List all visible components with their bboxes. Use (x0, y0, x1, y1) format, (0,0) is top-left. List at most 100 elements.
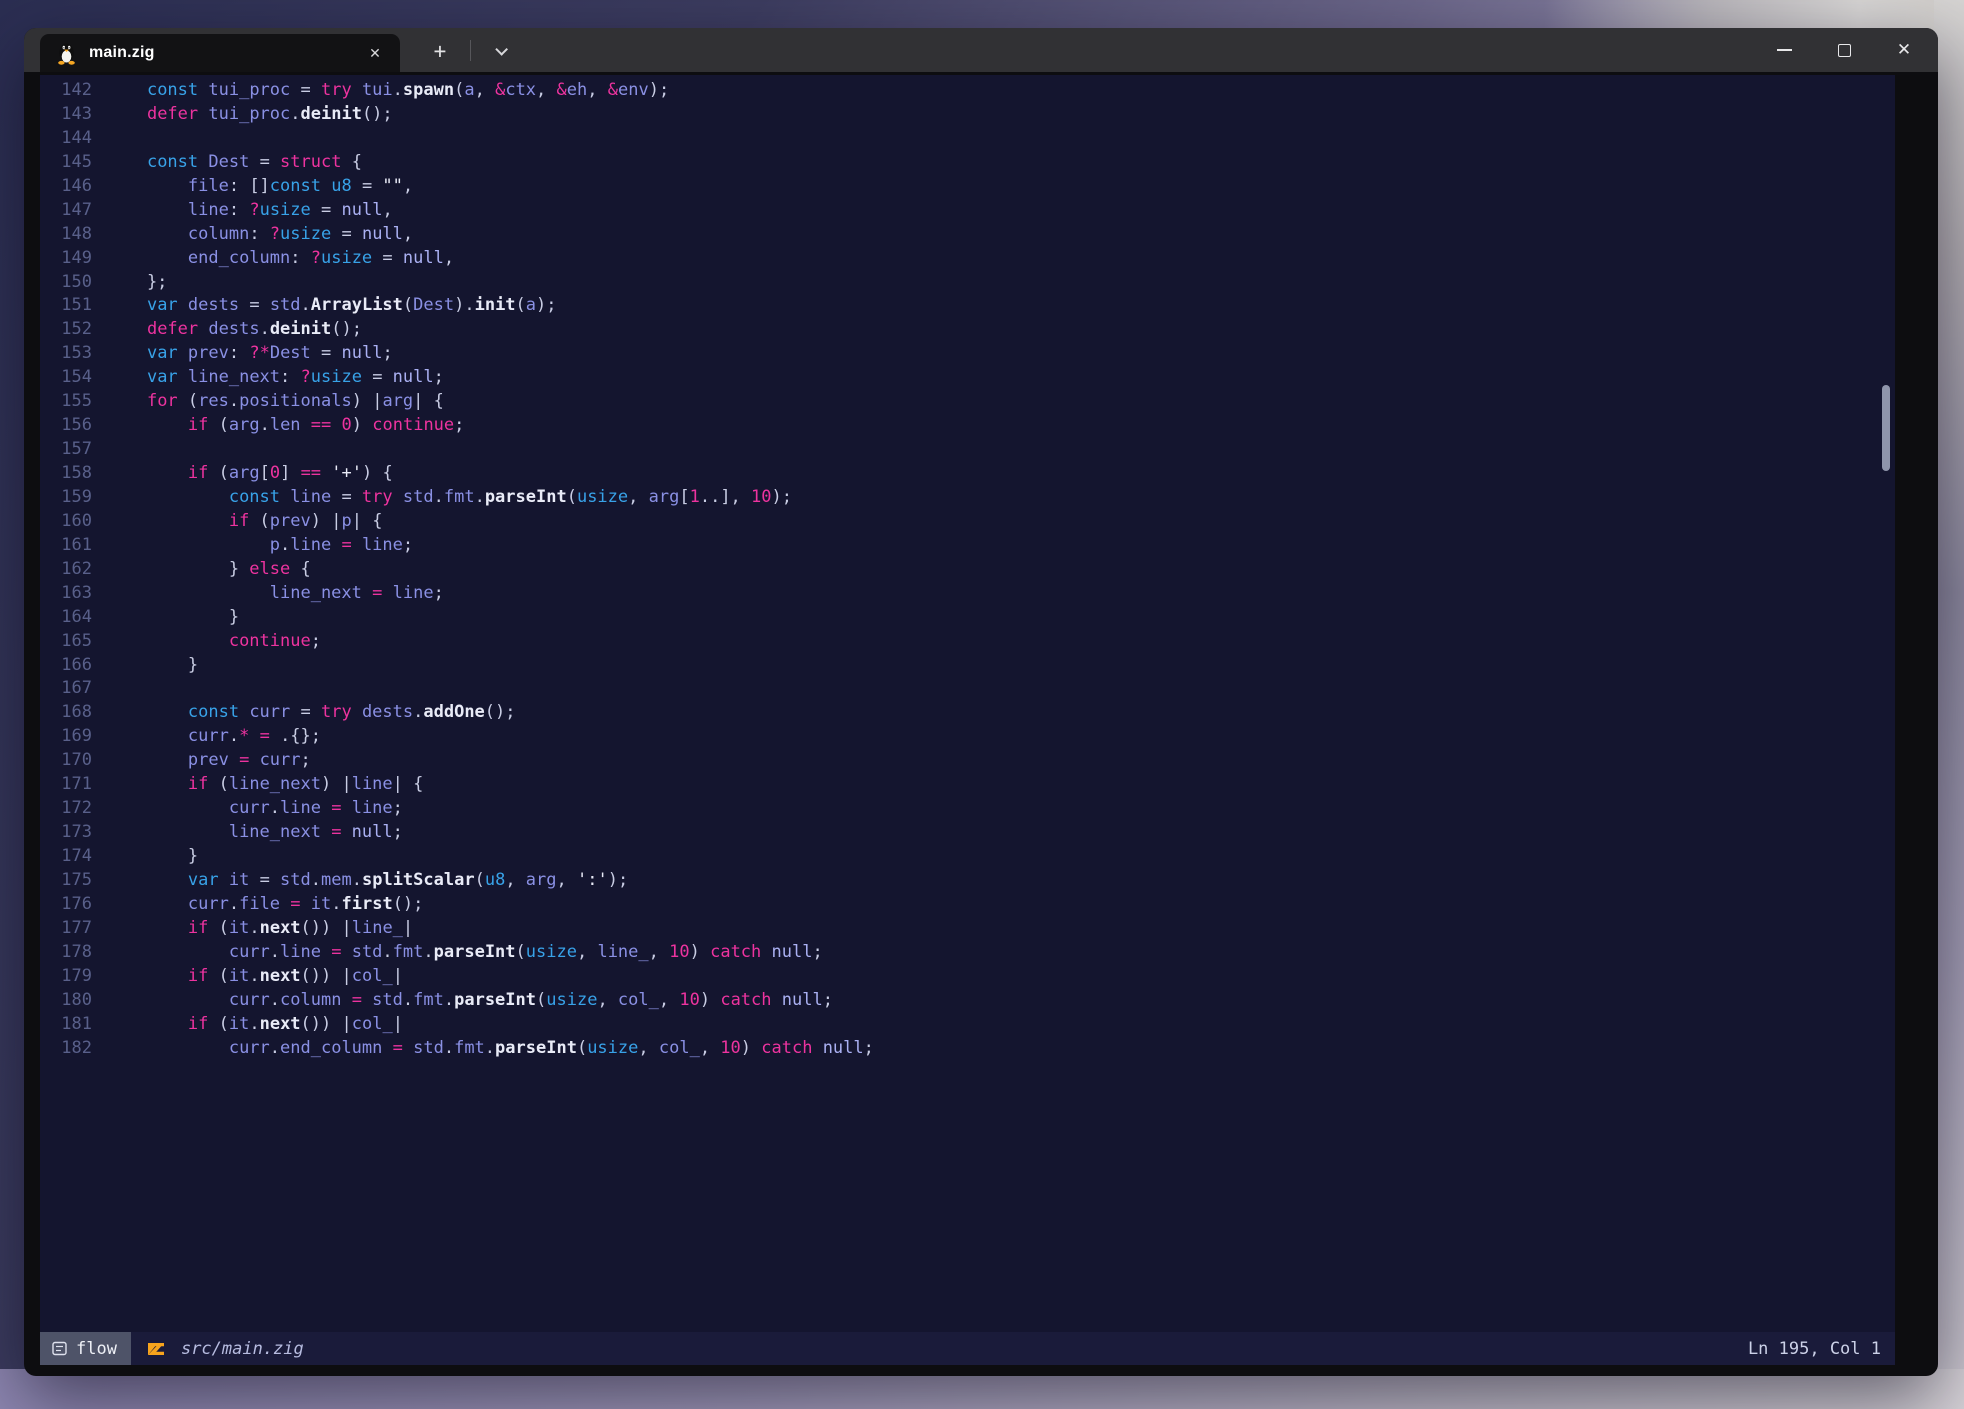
titlebar[interactable]: main.zig ✕ + ✕ (24, 28, 1938, 72)
line-text: var prev: ?*Dest = null; (92, 342, 393, 366)
maximize-button[interactable] (1814, 28, 1874, 72)
line-number: 146 (40, 175, 92, 199)
minimize-icon (1777, 49, 1792, 51)
code-line[interactable]: 177 if (it.next()) |line_| (40, 917, 1895, 941)
line-text: } (92, 845, 198, 869)
line-number: 170 (40, 749, 92, 773)
line-text: if (arg[0] == '+') { (92, 462, 393, 486)
line-number: 180 (40, 989, 92, 1013)
code-line[interactable]: 178 curr.line = std.fmt.parseInt(usize, … (40, 941, 1895, 965)
code-line[interactable]: 148 column: ?usize = null, (40, 223, 1895, 247)
code-line[interactable]: 176 curr.file = it.first(); (40, 893, 1895, 917)
code-line[interactable]: 169 curr.* = .{}; (40, 725, 1895, 749)
code-line[interactable]: 171 if (line_next) |line| { (40, 773, 1895, 797)
code-line[interactable]: 142 const tui_proc = try tui.spawn(a, &c… (40, 79, 1895, 103)
line-number: 174 (40, 845, 92, 869)
code-line[interactable]: 180 curr.column = std.fmt.parseInt(usize… (40, 989, 1895, 1013)
line-number: 171 (40, 773, 92, 797)
code-line[interactable]: 159 const line = try std.fmt.parseInt(us… (40, 486, 1895, 510)
line-number: 169 (40, 725, 92, 749)
line-text: p.line = line; (92, 534, 413, 558)
line-text: } else { (92, 558, 311, 582)
close-button[interactable]: ✕ (1874, 28, 1934, 72)
minimize-button[interactable] (1754, 28, 1814, 72)
code-line[interactable]: 181 if (it.next()) |col_| (40, 1013, 1895, 1037)
line-number: 155 (40, 390, 92, 414)
line-text: const tui_proc = try tui.spawn(a, &ctx, … (92, 79, 669, 103)
code-line[interactable]: 154 var line_next: ?usize = null; (40, 366, 1895, 390)
code-line[interactable]: 149 end_column: ?usize = null, (40, 247, 1895, 271)
code-line[interactable]: 152 defer dests.deinit(); (40, 318, 1895, 342)
code-line[interactable]: 143 defer tui_proc.deinit(); (40, 103, 1895, 127)
line-number: 176 (40, 893, 92, 917)
code-line[interactable]: 172 curr.line = line; (40, 797, 1895, 821)
line-number: 167 (40, 677, 92, 701)
chevron-down-icon (495, 43, 508, 56)
line-text: curr.line = std.fmt.parseInt(usize, line… (92, 941, 823, 965)
code-line[interactable]: 161 p.line = line; (40, 534, 1895, 558)
tab-main-zig[interactable]: main.zig ✕ (40, 34, 400, 72)
mode-icon (52, 1341, 67, 1356)
line-text (92, 677, 106, 701)
line-text: end_column: ?usize = null, (92, 247, 454, 271)
line-number: 160 (40, 510, 92, 534)
line-text: if (line_next) |line| { (92, 773, 423, 797)
line-text: const line = try std.fmt.parseInt(usize,… (92, 486, 792, 510)
line-number: 182 (40, 1037, 92, 1061)
linux-tux-icon (56, 41, 77, 65)
line-number: 172 (40, 797, 92, 821)
code-line[interactable]: 150 }; (40, 271, 1895, 295)
code-line[interactable]: 146 file: []const u8 = "", (40, 175, 1895, 199)
code-line[interactable]: 162 } else { (40, 558, 1895, 582)
line-number: 145 (40, 151, 92, 175)
code-line[interactable]: 147 line: ?usize = null, (40, 199, 1895, 223)
code-line[interactable]: 163 line_next = line; (40, 582, 1895, 606)
line-number: 148 (40, 223, 92, 247)
code-line[interactable]: 175 var it = std.mem.splitScalar(u8, arg… (40, 869, 1895, 893)
code-line[interactable]: 173 line_next = null; (40, 821, 1895, 845)
line-number: 147 (40, 199, 92, 223)
line-text: line: ?usize = null, (92, 199, 393, 223)
code-line[interactable]: 165 continue; (40, 630, 1895, 654)
code-line[interactable]: 156 if (arg.len == 0) continue; (40, 414, 1895, 438)
editor-pane[interactable]: 142 const tui_proc = try tui.spawn(a, &c… (40, 75, 1895, 1365)
line-text: var it = std.mem.splitScalar(u8, arg, ':… (92, 869, 628, 893)
line-number: 179 (40, 965, 92, 989)
line-text: curr.end_column = std.fmt.parseInt(usize… (92, 1037, 874, 1061)
line-text: prev = curr; (92, 749, 311, 773)
line-number: 151 (40, 294, 92, 318)
code-line[interactable]: 158 if (arg[0] == '+') { (40, 462, 1895, 486)
code-line[interactable]: 155 for (res.positionals) |arg| { (40, 390, 1895, 414)
code-line[interactable]: 179 if (it.next()) |col_| (40, 965, 1895, 989)
code-line[interactable]: 167 (40, 677, 1895, 701)
mode-chip[interactable]: flow (40, 1332, 131, 1365)
code-line[interactable]: 160 if (prev) |p| { (40, 510, 1895, 534)
line-text: curr.line = line; (92, 797, 403, 821)
line-text: if (it.next()) |col_| (92, 965, 403, 989)
line-number: 168 (40, 701, 92, 725)
code-line[interactable]: 170 prev = curr; (40, 749, 1895, 773)
code-line[interactable]: 157 (40, 438, 1895, 462)
line-text: defer dests.deinit(); (92, 318, 362, 342)
code-line[interactable]: 144 (40, 127, 1895, 151)
line-text: file: []const u8 = "", (92, 175, 413, 199)
file-path[interactable]: src/main.zig (181, 1339, 304, 1359)
line-text: if (it.next()) |col_| (92, 1013, 403, 1037)
code-line[interactable]: 145 const Dest = struct { (40, 151, 1895, 175)
line-text: line_next = null; (92, 821, 403, 845)
code-line[interactable]: 174 } (40, 845, 1895, 869)
code-line[interactable]: 153 var prev: ?*Dest = null; (40, 342, 1895, 366)
new-tab-button[interactable]: + (420, 35, 460, 67)
code-line[interactable]: 164 } (40, 606, 1895, 630)
tab-dropdown-button[interactable] (480, 35, 518, 67)
code-line[interactable]: 168 const curr = try dests.addOne(); (40, 701, 1895, 725)
code-line[interactable]: 182 curr.end_column = std.fmt.parseInt(u… (40, 1037, 1895, 1061)
tab-close-button[interactable]: ✕ (360, 38, 390, 68)
line-text: curr.file = it.first(); (92, 893, 423, 917)
scrollbar-thumb[interactable] (1882, 385, 1890, 471)
maximize-icon (1838, 44, 1851, 57)
code-line[interactable]: 166 } (40, 654, 1895, 678)
code-line[interactable]: 151 var dests = std.ArrayList(Dest).init… (40, 294, 1895, 318)
terminal-window: main.zig ✕ + ✕ 142 const tui_proc = try … (24, 28, 1938, 1376)
cursor-position: Ln 195, Col 1 (1748, 1339, 1895, 1359)
